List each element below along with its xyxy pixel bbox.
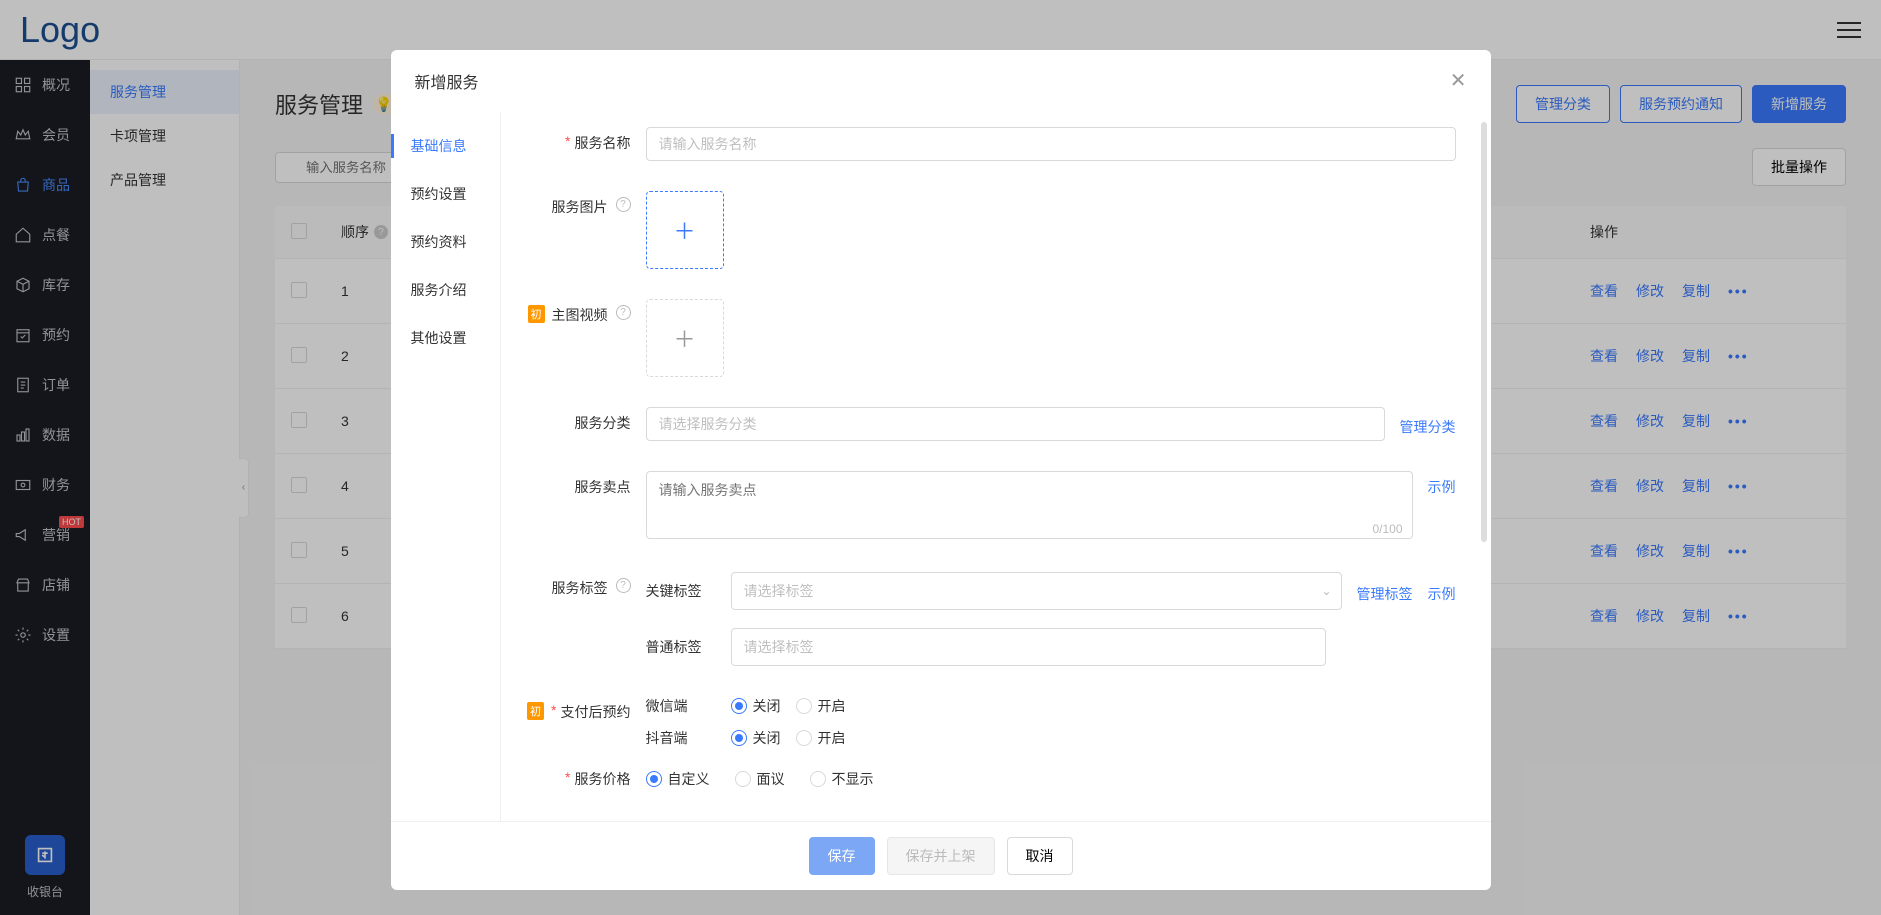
example-link[interactable]: 示例	[1428, 578, 1456, 604]
save-publish-button[interactable]: 保存并上架	[887, 837, 995, 875]
label-service-pic: 服务图片	[552, 197, 608, 217]
modal-header: 新增服务 ✕	[391, 50, 1491, 112]
label-tags: 服务标签	[552, 578, 608, 598]
modal-nav-basic[interactable]: 基础信息	[391, 122, 500, 170]
modal-title: 新增服务	[415, 69, 479, 93]
price-noshow-radio[interactable]: 不显示	[810, 769, 874, 789]
char-count: 0/100	[1372, 522, 1402, 536]
modal-form: *服务名称 服务图片? ＋ 初主图视频? ＋ 服务分类 管理分类	[501, 112, 1491, 821]
modal-footer: 保存 保存并上架 取消	[391, 821, 1491, 890]
modal-nav: 基础信息 预约设置 预约资料 服务介绍 其他设置	[391, 112, 501, 821]
price-negotiate-radio[interactable]: 面议	[735, 769, 785, 789]
row-pay-reserve: 初*支付后预约 微信端 关闭 开启 抖音端 关闭 开启	[526, 696, 1456, 748]
price-custom-radio[interactable]: 自定义	[646, 769, 710, 789]
label-category: 服务分类	[575, 413, 631, 433]
modal-nav-reserve-info[interactable]: 预约资料	[391, 218, 500, 266]
label-service-name: 服务名称	[575, 133, 631, 153]
sub-label-normal: 普通标签	[646, 637, 716, 657]
normal-tag-select[interactable]: 请选择标签	[731, 628, 1326, 666]
label-pay-reserve: 支付后预约	[561, 702, 631, 722]
sub-label-wechat: 微信端	[646, 696, 716, 716]
modal-body: 基础信息 预约设置 预约资料 服务介绍 其他设置 *服务名称 服务图片? ＋ 初…	[391, 112, 1491, 821]
modal-overlay: 新增服务 ✕ 基础信息 预约设置 预约资料 服务介绍 其他设置 *服务名称 服务…	[0, 0, 1881, 915]
manage-tag-link[interactable]: 管理标签	[1357, 578, 1413, 604]
wechat-off-radio[interactable]: 关闭	[731, 696, 781, 716]
label-selling: 服务卖点	[575, 477, 631, 497]
manage-category-link[interactable]: 管理分类	[1400, 411, 1456, 437]
scrollbar[interactable]	[1481, 122, 1487, 542]
row-service-name: *服务名称	[526, 127, 1456, 161]
row-service-pic: 服务图片? ＋	[526, 191, 1456, 269]
chu-badge: 初	[528, 305, 545, 323]
cancel-button[interactable]: 取消	[1007, 837, 1073, 875]
modal-nav-other[interactable]: 其他设置	[391, 314, 500, 362]
label-main-video: 主图视频	[552, 305, 608, 325]
modal-nav-reserve-set[interactable]: 预约设置	[391, 170, 500, 218]
row-price: *服务价格 自定义 面议 不显示	[526, 763, 1456, 789]
help-icon[interactable]: ?	[616, 197, 631, 212]
chu-badge: 初	[527, 702, 544, 720]
douyin-off-radio[interactable]: 关闭	[731, 728, 781, 748]
help-icon[interactable]: ?	[616, 305, 631, 320]
upload-video-button[interactable]: ＋	[646, 299, 724, 377]
row-main-video: 初主图视频? ＋	[526, 299, 1456, 377]
modal-nav-intro[interactable]: 服务介绍	[391, 266, 500, 314]
help-icon[interactable]: ?	[616, 578, 631, 593]
selling-textarea[interactable]	[646, 471, 1413, 539]
category-select[interactable]	[646, 407, 1385, 441]
row-tags: 服务标签? 关键标签 请选择标签 ⌄ 管理标签 示例 普通标签	[526, 572, 1456, 666]
chevron-down-icon: ⌄	[1321, 584, 1331, 598]
row-selling: 服务卖点 0/100 示例	[526, 471, 1456, 542]
label-price: 服务价格	[575, 769, 631, 789]
wechat-on-radio[interactable]: 开启	[796, 696, 846, 716]
sub-label-key: 关键标签	[646, 581, 716, 601]
upload-pic-button[interactable]: ＋	[646, 191, 724, 269]
example-link[interactable]: 示例	[1428, 471, 1456, 497]
service-name-input[interactable]	[646, 127, 1456, 161]
save-button[interactable]: 保存	[809, 837, 875, 875]
close-icon[interactable]: ✕	[1450, 68, 1467, 93]
douyin-on-radio[interactable]: 开启	[796, 728, 846, 748]
key-tag-select[interactable]: 请选择标签	[731, 572, 1342, 610]
row-category: 服务分类 管理分类	[526, 407, 1456, 441]
modal: 新增服务 ✕ 基础信息 预约设置 预约资料 服务介绍 其他设置 *服务名称 服务…	[391, 50, 1491, 890]
sub-label-douyin: 抖音端	[646, 728, 716, 748]
